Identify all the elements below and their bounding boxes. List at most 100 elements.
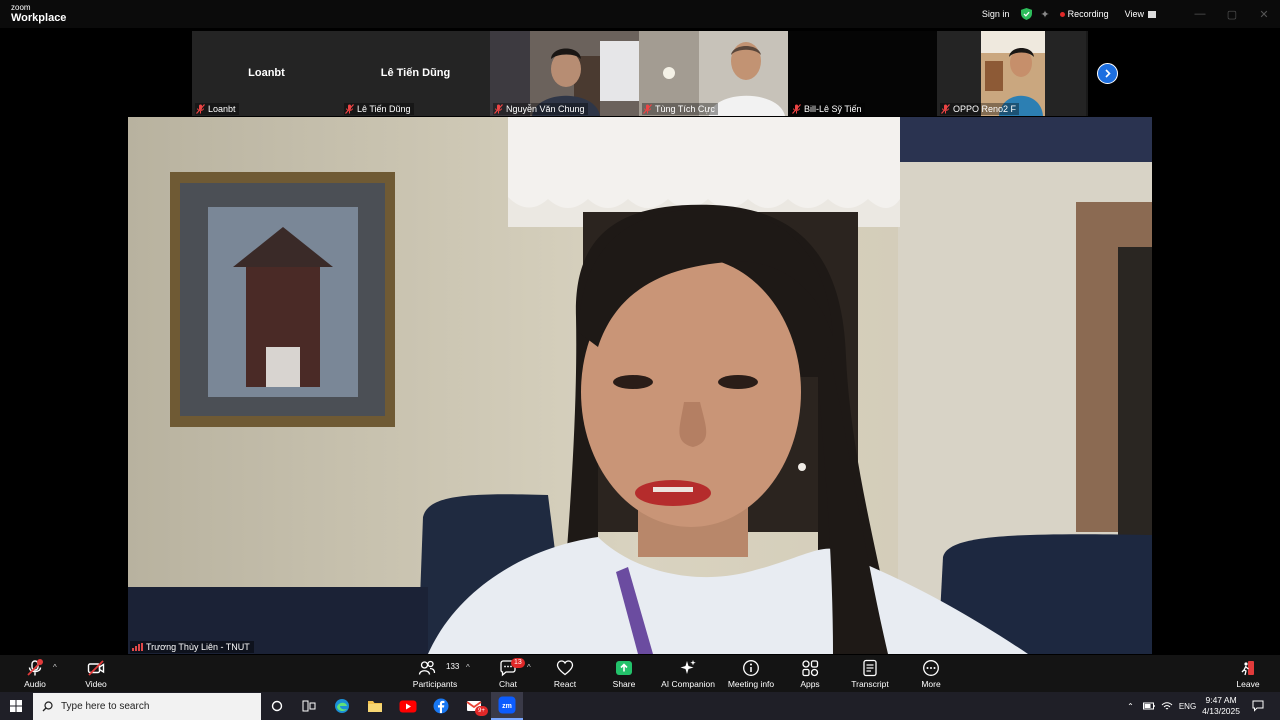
minimize-icon[interactable]: — — [1184, 8, 1216, 20]
gmail-badge: 9+ — [475, 706, 488, 716]
file-explorer-button[interactable] — [359, 692, 391, 720]
ai-companion-label: AI Companion — [661, 679, 715, 689]
clock-date: 4/13/2025 — [1202, 706, 1240, 716]
share-button[interactable]: Share — [589, 659, 659, 689]
apps-label: Apps — [800, 679, 820, 689]
chat-unread-badge: 13 — [511, 658, 525, 668]
speaker-name: Trương Thùy Liên - TNUT — [146, 642, 250, 652]
zoom-taskbar-button[interactable]: zm — [491, 692, 523, 720]
taskbar-clock[interactable]: 9:47 AM 4/13/2025 — [1202, 695, 1240, 717]
next-page-button[interactable] — [1097, 63, 1118, 84]
task-view-icon — [302, 700, 316, 712]
participant-name: Bill-Lê Sỹ Tiến — [804, 104, 862, 114]
sign-in-link[interactable]: Sign in — [982, 9, 1010, 19]
title-bar: zoom Workplace Sign in ✦ Recording View … — [0, 0, 1280, 28]
mic-muted-icon — [27, 659, 43, 676]
view-button[interactable]: View — [1125, 9, 1144, 19]
clock-time: 9:47 AM — [1205, 695, 1237, 705]
participants-button[interactable]: Participants — [400, 659, 470, 689]
participants-options-caret[interactable]: ^ — [466, 663, 470, 672]
participant-name: Lê Tiến Dũng — [357, 104, 411, 114]
mic-muted-icon — [792, 104, 801, 114]
mic-muted-icon — [196, 104, 205, 114]
task-view-button[interactable] — [293, 692, 325, 720]
edge-taskbar-button[interactable] — [326, 692, 358, 720]
youtube-icon — [399, 700, 417, 712]
cortana-button[interactable] — [261, 692, 293, 720]
recording-indicator[interactable]: Recording — [1059, 9, 1109, 19]
active-speaker-video[interactable]: Trương Thùy Liên - TNUT — [128, 117, 1152, 654]
mic-muted-icon — [941, 104, 950, 114]
more-label: More — [921, 679, 941, 689]
ai-companion-button[interactable]: AI Companion — [653, 659, 723, 689]
language-indicator[interactable]: ENG — [1179, 702, 1196, 711]
notifications-icon[interactable] — [1252, 700, 1264, 712]
ai-sparkle-icon — [680, 660, 696, 674]
participant-name: Loanbt — [208, 104, 236, 114]
start-button[interactable] — [0, 692, 32, 720]
folder-icon — [368, 701, 382, 712]
recording-label: Recording — [1067, 9, 1109, 19]
svg-text:zm: zm — [502, 703, 512, 710]
facebook-taskbar-button[interactable] — [425, 692, 457, 720]
mic-muted-icon — [494, 104, 503, 114]
video-off-icon — [87, 660, 105, 676]
gmail-taskbar-button[interactable]: 9+ — [458, 692, 490, 720]
taskbar-search-box[interactable]: Type here to search — [33, 693, 261, 720]
video-button[interactable]: Video — [61, 659, 131, 689]
participant-big-name: Lê Tiến Dũng — [380, 67, 451, 79]
close-icon[interactable]: ✕ — [1248, 8, 1280, 21]
participant-tile[interactable]: Bill-Lê Sỹ Tiến — [788, 31, 937, 116]
signal-strength-icon — [132, 643, 143, 651]
participants-icon — [418, 660, 436, 675]
brand-large: Workplace — [11, 12, 67, 24]
participant-tile[interactable]: OPPO Reno2 F — [937, 31, 1086, 116]
search-placeholder: Type here to search — [61, 701, 150, 712]
mic-muted-icon — [643, 104, 652, 114]
search-icon — [42, 701, 53, 712]
meeting-info-label: Meeting info — [727, 679, 775, 689]
show-hidden-icons-chevron-icon[interactable]: ⌃ — [1127, 702, 1134, 711]
cortana-circle-icon — [271, 700, 283, 712]
leave-button[interactable]: Leave — [1213, 659, 1280, 689]
system-tray: ⌃ ENG 9:47 AM 4/13/2025 — [1127, 692, 1280, 720]
audio-options-caret[interactable]: ^ — [53, 663, 57, 672]
react-label: React — [553, 679, 577, 689]
transcript-label: Transcript — [851, 679, 889, 689]
meeting-toolbar: Audio ^ Video Participants 133 ^ Chat 13… — [0, 655, 1280, 692]
facebook-icon — [433, 698, 449, 714]
share-label: Share — [612, 679, 636, 689]
app-logo: zoom Workplace — [11, 4, 66, 24]
audio-label: Audio — [24, 679, 46, 689]
participant-tile[interactable]: Nguyễn Văn Chung — [490, 31, 639, 116]
youtube-taskbar-button[interactable] — [392, 692, 424, 720]
leave-icon — [1241, 661, 1254, 676]
record-dot-icon — [1059, 11, 1065, 17]
video-label: Video — [85, 679, 107, 689]
participant-big-name: Loanbt — [248, 67, 285, 79]
shield-icon[interactable] — [1021, 8, 1033, 20]
battery-icon[interactable] — [1142, 701, 1155, 711]
maximize-icon[interactable]: ▢ — [1216, 8, 1248, 21]
more-button[interactable]: More — [896, 659, 966, 689]
edge-icon — [335, 699, 349, 713]
apps-icon — [802, 660, 819, 677]
transcript-icon — [863, 659, 877, 677]
wifi-icon[interactable] — [1161, 701, 1173, 711]
heart-icon — [556, 660, 574, 676]
participant-tile[interactable]: Lê Tiến Dũng Lê Tiến Dũng — [341, 31, 490, 116]
speaker-name-tag: Trương Thùy Liên - TNUT — [130, 641, 254, 653]
audio-button[interactable]: Audio — [0, 659, 70, 689]
transcript-button[interactable]: Transcript — [835, 659, 905, 689]
info-icon — [743, 660, 759, 676]
share-screen-icon — [616, 661, 632, 675]
participant-name: Nguyễn Văn Chung — [506, 104, 585, 114]
zoom-icon: zm — [498, 696, 516, 714]
brand-small: zoom — [11, 3, 31, 12]
view-grid-icon[interactable] — [1148, 10, 1156, 18]
participant-tile[interactable]: Loanbt Loanbt — [192, 31, 341, 116]
windows-taskbar: Type here to search 9+ zm ⌃ ENG 9:47 AM … — [0, 692, 1280, 720]
ai-sparkle-icon[interactable]: ✦ — [1040, 8, 1049, 21]
chevron-right-icon — [1105, 69, 1111, 78]
participant-tile[interactable]: Tùng Tích Cực — [639, 31, 788, 116]
